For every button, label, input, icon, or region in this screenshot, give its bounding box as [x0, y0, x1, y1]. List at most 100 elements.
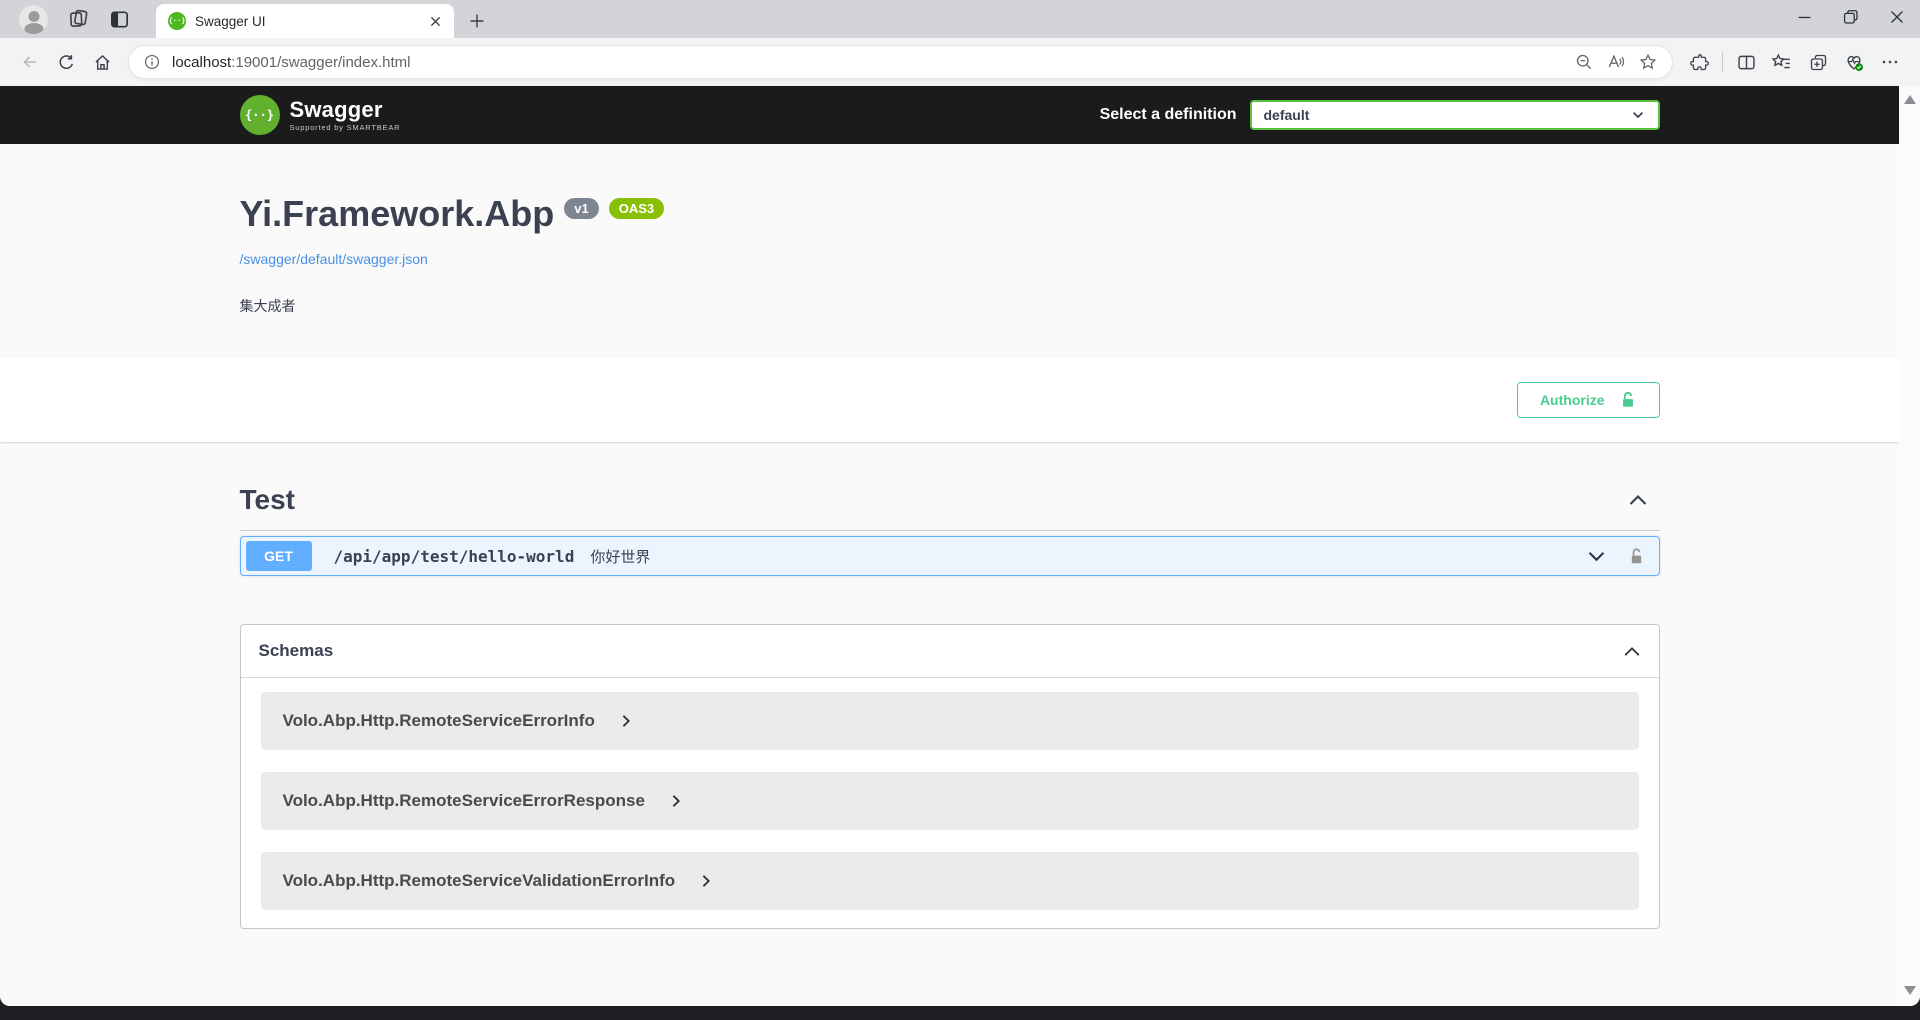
test-tag-header[interactable]: Test: [240, 478, 1660, 531]
minimize-icon: [1794, 6, 1816, 28]
test-tag-title: Test: [240, 484, 296, 516]
extensions-button[interactable]: [1681, 44, 1717, 80]
favorites-star-list-icon: [1771, 51, 1793, 73]
workspaces-icon: [66, 7, 90, 31]
chevron-right-icon: [671, 794, 681, 808]
browser-essentials-button[interactable]: [1836, 44, 1872, 80]
extensions-puzzle-icon: [1689, 52, 1710, 73]
refresh-icon: [56, 52, 77, 73]
schemas-wrapper: Schemas Volo.Abp.Http.RemoteServiceError…: [220, 624, 1680, 929]
collections-button[interactable]: [1800, 44, 1836, 80]
oas3-badge: OAS3: [609, 198, 664, 219]
tab-title: Swagger UI: [195, 14, 424, 29]
restore-icon: [1840, 6, 1862, 28]
window-controls: [1782, 0, 1920, 34]
settings-menu-button[interactable]: [1872, 44, 1908, 80]
schemas-list: Volo.Abp.Http.RemoteServiceErrorInfo Vol…: [241, 678, 1659, 928]
scroll-up-arrow-icon[interactable]: [1904, 95, 1916, 104]
toolbar-divider: [1722, 52, 1723, 72]
back-button[interactable]: [12, 44, 48, 80]
api-info-section: Yi.Framework.Abp v1 OAS3 /swagger/defaul…: [220, 144, 1680, 316]
url-path: :19001/swagger/index.html: [231, 54, 410, 71]
operation-path: /api/app/test/hello-world: [334, 547, 575, 566]
address-bar[interactable]: localhost:19001/swagger/index.html: [128, 45, 1673, 79]
page-scrollbar[interactable]: [1899, 86, 1920, 1006]
home-button[interactable]: [84, 44, 120, 80]
tab-close-button[interactable]: [424, 10, 446, 32]
browser-tab-swagger-ui[interactable]: Swagger UI: [156, 4, 454, 38]
restore-button[interactable]: [1828, 0, 1874, 34]
close-icon: [1886, 6, 1908, 28]
profile-button[interactable]: [10, 0, 57, 38]
http-method-badge: GET: [246, 541, 312, 571]
chevron-up-icon: [1623, 645, 1641, 658]
zoom-out-icon: [1574, 52, 1594, 72]
collections-icon: [1808, 52, 1829, 73]
api-title: Yi.Framework.Abp: [240, 194, 555, 234]
workspaces-button[interactable]: [57, 0, 99, 38]
url-text[interactable]: localhost:19001/swagger/index.html: [172, 54, 410, 71]
favorites-button[interactable]: [1764, 44, 1800, 80]
schemas-header[interactable]: Schemas: [241, 625, 1659, 678]
swagger-logo[interactable]: Swagger Supported by SMARTBEAR: [240, 95, 401, 135]
back-arrow-icon: [19, 51, 41, 73]
operation-description: 你好世界: [590, 546, 650, 567]
chevron-down-icon[interactable]: [1587, 550, 1606, 563]
url-host: localhost: [172, 54, 231, 71]
home-icon: [92, 52, 113, 73]
zoom-out-button[interactable]: [1568, 47, 1600, 77]
chevron-down-icon: [1630, 107, 1646, 123]
collapse-test-button[interactable]: [1628, 493, 1648, 507]
swagger-logo-icon: [240, 95, 280, 135]
close-icon: [430, 16, 441, 27]
schemas-section: Schemas Volo.Abp.Http.RemoteServiceError…: [240, 624, 1660, 929]
split-screen-button[interactable]: [1728, 44, 1764, 80]
schemas-title: Schemas: [259, 641, 334, 661]
page-viewport: Swagger Supported by SMARTBEAR Select a …: [0, 86, 1920, 1006]
new-tab-button[interactable]: [460, 4, 494, 38]
profile-avatar-icon: [19, 5, 48, 34]
api-description: 集大成者: [240, 296, 1660, 316]
star-icon: [1638, 52, 1658, 72]
vertical-tabs-icon: [108, 8, 131, 31]
scheme-container: Authorize: [0, 358, 1899, 442]
definition-select-value: default: [1264, 107, 1630, 123]
test-tag-section: Test GET /api/app/test/hello-world 你好世界: [220, 478, 1680, 576]
model-title: Volo.Abp.Http.RemoteServiceValidationErr…: [283, 871, 676, 891]
swagger-topbar: Swagger Supported by SMARTBEAR Select a …: [0, 86, 1899, 144]
browser-essentials-icon: [1843, 51, 1865, 73]
model-remote-service-validation-error-info[interactable]: Volo.Abp.Http.RemoteServiceValidationErr…: [261, 852, 1639, 910]
close-window-button[interactable]: [1874, 0, 1920, 34]
refresh-button[interactable]: [48, 44, 84, 80]
swagger-logo-text: Swagger: [290, 99, 401, 121]
chevron-up-icon: [1628, 493, 1648, 507]
split-screen-icon: [1736, 52, 1757, 73]
browser-tab-strip: Swagger UI: [0, 0, 1920, 38]
favorite-this-page-button[interactable]: [1632, 47, 1664, 77]
swagger-logo-subtext: Supported by SMARTBEAR: [290, 123, 401, 132]
unlocked-padlock-icon: [1619, 391, 1637, 409]
definition-select[interactable]: default: [1250, 100, 1660, 130]
version-badge: v1: [564, 198, 598, 219]
browser-window: Swagger UI: [0, 0, 1920, 1006]
plus-icon: [469, 13, 485, 29]
spec-json-link[interactable]: /swagger/default/swagger.json: [240, 251, 428, 267]
ellipsis-icon: [1879, 51, 1901, 73]
scroll-down-arrow-icon[interactable]: [1904, 986, 1916, 995]
authorize-button[interactable]: Authorize: [1517, 382, 1660, 418]
model-remote-service-error-response[interactable]: Volo.Abp.Http.RemoteServiceErrorResponse: [261, 772, 1639, 830]
browser-toolbar: localhost:19001/swagger/index.html: [0, 38, 1920, 86]
model-remote-service-error-info[interactable]: Volo.Abp.Http.RemoteServiceErrorInfo: [261, 692, 1639, 750]
site-info-icon[interactable]: [143, 53, 161, 71]
tab-actions-button[interactable]: [99, 0, 140, 38]
read-aloud-icon: [1606, 52, 1626, 72]
minimize-button[interactable]: [1782, 0, 1828, 34]
get-hello-world-operation[interactable]: GET /api/app/test/hello-world 你好世界: [240, 536, 1660, 576]
gray-unlocked-padlock-icon: [1628, 547, 1645, 566]
operation-auth-lock-button[interactable]: [1628, 547, 1645, 566]
swagger-body: Yi.Framework.Abp v1 OAS3 /swagger/defaul…: [0, 144, 1899, 1006]
read-aloud-button[interactable]: [1600, 47, 1632, 77]
collapse-schemas-button[interactable]: [1623, 645, 1641, 658]
swagger-page: Swagger Supported by SMARTBEAR Select a …: [0, 86, 1899, 1006]
select-definition-label: Select a definition: [1100, 106, 1237, 124]
